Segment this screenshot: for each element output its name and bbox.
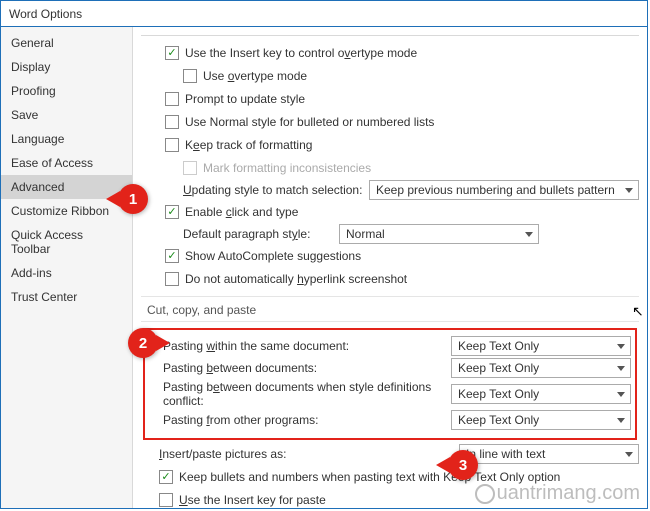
select-default-para[interactable]: Normal: [339, 224, 539, 244]
label-mark-inconsistencies: Mark formatting inconsistencies: [203, 161, 371, 175]
checkbox-insert-overtype[interactable]: [165, 46, 179, 60]
sidebar-item-display[interactable]: Display: [1, 55, 132, 79]
checkbox-use-insert-paste[interactable]: [159, 493, 173, 507]
label-paste-within: Pasting within the same document:: [163, 339, 451, 353]
label-keep-bullets: Keep bullets and numbers when pasting te…: [179, 470, 560, 484]
callout-2: 2: [128, 328, 158, 358]
sidebar-item-general[interactable]: General: [1, 31, 132, 55]
checkbox-keep-track-formatting[interactable]: [165, 138, 179, 152]
select-paste-between-conflict[interactable]: Keep Text Only: [451, 384, 631, 404]
sidebar-item-save[interactable]: Save: [1, 103, 132, 127]
label-use-insert-paste: Use the Insert key for paste: [179, 493, 326, 507]
checkbox-no-hyperlink-screenshot[interactable]: [165, 272, 179, 286]
label-no-hyperlink-screenshot: Do not automatically hyperlink screensho…: [185, 272, 407, 286]
titlebar: Word Options: [1, 1, 647, 27]
label-normal-bulleted: Use Normal style for bulleted or numbere…: [185, 115, 434, 129]
label-use-overtype: Use overtype mode: [203, 69, 307, 83]
window-title: Word Options: [9, 7, 82, 21]
sidebar-item-ease-of-access[interactable]: Ease of Access: [1, 151, 132, 175]
sidebar-item-language[interactable]: Language: [1, 127, 132, 151]
select-paste-between[interactable]: Keep Text Only: [451, 358, 631, 378]
label-insert-overtype: Use the Insert key to control overtype m…: [185, 46, 417, 60]
label-paste-between: Pasting between documents:: [163, 361, 451, 375]
callout-3: 3: [448, 450, 478, 480]
label-autocomplete: Show AutoComplete suggestions: [185, 249, 361, 263]
checkbox-prompt-update-style[interactable]: [165, 92, 179, 106]
sidebar: General Display Proofing Save Language E…: [1, 27, 133, 508]
label-paste-between-conflict: Pasting between documents when style def…: [163, 380, 451, 408]
callout-1: 1: [118, 184, 148, 214]
label-paste-other: Pasting from other programs:: [163, 413, 451, 427]
checkbox-autocomplete[interactable]: [165, 249, 179, 263]
label-insert-pictures: Insert/paste pictures as:: [159, 447, 459, 461]
checkbox-enable-click-type[interactable]: [165, 205, 179, 219]
checkbox-keep-bullets[interactable]: [159, 470, 173, 484]
select-paste-within[interactable]: Keep Text Only: [451, 336, 631, 356]
label-keep-track-formatting: Keep track of formatting: [185, 138, 312, 152]
label-updating-style: Updating style to match selection:: [183, 183, 363, 197]
label-enable-click-type: Enable click and type: [185, 205, 298, 219]
checkbox-normal-bulleted[interactable]: [165, 115, 179, 129]
select-insert-pictures[interactable]: In line with text: [459, 444, 639, 464]
label-prompt-update-style: Prompt to update style: [185, 92, 305, 106]
sidebar-item-addins[interactable]: Add-ins: [1, 261, 132, 285]
sidebar-item-qat[interactable]: Quick Access Toolbar: [1, 223, 132, 261]
section-cut-copy-paste: Cut, copy, and paste: [141, 296, 639, 322]
main-panel: Use the Insert key to control overtype m…: [133, 27, 647, 508]
checkbox-use-overtype[interactable]: [183, 69, 197, 83]
sidebar-item-proofing[interactable]: Proofing: [1, 79, 132, 103]
checkbox-mark-inconsistencies: [183, 161, 197, 175]
paste-options-block: Pasting within the same document: Keep T…: [143, 328, 637, 440]
label-default-para: Default paragraph style:: [183, 227, 333, 241]
sidebar-item-trust-center[interactable]: Trust Center: [1, 285, 132, 309]
select-paste-other[interactable]: Keep Text Only: [451, 410, 631, 430]
select-updating-style[interactable]: Keep previous numbering and bullets patt…: [369, 180, 639, 200]
